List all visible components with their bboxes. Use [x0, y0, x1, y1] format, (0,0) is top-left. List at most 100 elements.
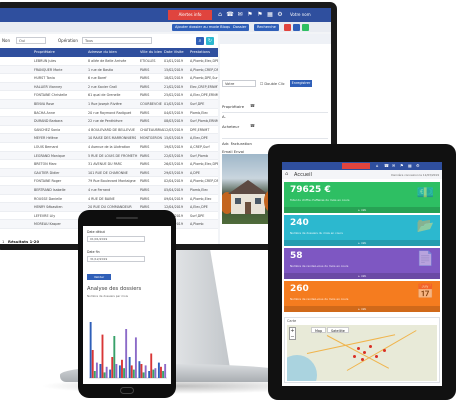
table-row[interactable]: HALLIER Vianney 2 rue Xavier Grall PARIS 21… — [0, 82, 218, 92]
column-header[interactable]: Propriétaire — [34, 50, 55, 54]
chart-bar[interactable] — [113, 336, 116, 378]
table-row[interactable]: BACHA Anne 20 rue Raymond Radiguet PARIS 04… — [0, 109, 218, 118]
delete-icon[interactable] — [284, 24, 291, 31]
chart-bar[interactable] — [157, 362, 160, 378]
chart-bar[interactable] — [95, 362, 98, 378]
chart-bar[interactable] — [109, 369, 112, 378]
table-row[interactable]: BRETON Marc 31 AVENUE DU PARC PARIS 26/03/2… — [0, 160, 218, 169]
chart-bar[interactable] — [148, 371, 151, 378]
zoom-control[interactable]: + − — [289, 327, 296, 340]
alert-button[interactable]: Alertes info — [168, 10, 212, 20]
chart-bar[interactable] — [105, 366, 108, 378]
chart-bar[interactable] — [138, 361, 141, 378]
calendar-icon[interactable]: ▦ — [408, 163, 412, 168]
map-marker[interactable] — [361, 358, 364, 361]
map-icon[interactable]: ✉ — [236, 11, 244, 19]
map-marker[interactable] — [383, 349, 386, 352]
chart-bar[interactable] — [123, 368, 126, 378]
pin-icon[interactable]: ⚑ — [246, 11, 254, 19]
chart-bar[interactable] — [89, 322, 92, 378]
phone-icon[interactable]: ☎ — [226, 11, 234, 19]
chart-bar[interactable] — [99, 364, 102, 378]
search-icon[interactable]: ⌕ — [196, 37, 204, 45]
kpi-card[interactable]: 240 Nombre de dossiers du mois en cours 📂 +… — [284, 215, 440, 246]
table-row[interactable]: FONTAINE Roger 79 Rue Boulevard Montaigne… — [0, 177, 218, 186]
settings-icon[interactable]: ⚙ — [276, 11, 284, 19]
column-header[interactable]: Date Visite — [164, 50, 184, 54]
chart-bar[interactable] — [152, 369, 155, 378]
chart-bar[interactable] — [118, 365, 121, 378]
map-marker[interactable] — [353, 355, 356, 358]
map-marker[interactable] — [375, 355, 378, 358]
phone-icon[interactable]: ☎ — [250, 103, 255, 108]
kpi-card[interactable]: 260 Nombre de rendez-vous du mois en cour… — [284, 281, 440, 312]
chart-bar[interactable] — [130, 365, 133, 378]
map-type-map[interactable]: Map — [311, 327, 327, 333]
chart-bar[interactable] — [164, 364, 167, 378]
table-row[interactable]: LEBRUN Jules 8 allée de Belle Arrivée ETIO… — [0, 57, 218, 66]
column-header[interactable]: Ville du bien — [140, 50, 162, 54]
export-icon[interactable] — [302, 24, 309, 31]
kpi-more-link[interactable]: + info — [284, 306, 440, 312]
chart-bar[interactable] — [154, 368, 157, 378]
chart-bar[interactable] — [93, 371, 96, 378]
table-row[interactable]: BENVA Rose 1 Rue Joseph Rivière COURBEVOIE… — [0, 99, 218, 109]
table-row[interactable]: DURAND Barbara 22 rue de Penthièvre PARIS 0… — [0, 117, 218, 126]
chart-bar[interactable] — [150, 353, 153, 379]
refresh-icon[interactable]: ↻ — [206, 37, 214, 45]
map-marker[interactable] — [369, 345, 372, 348]
mail-icon[interactable]: ✉ — [392, 163, 395, 168]
action-dossier[interactable]: Dossier — [230, 24, 250, 31]
calendar-icon[interactable]: ▦ — [266, 11, 274, 19]
table-row[interactable]: HURST Tonia 6 rue Boref PARIS 18/02/2019 A,P… — [0, 74, 218, 83]
pin-icon[interactable]: ⚑ — [400, 163, 404, 168]
home-icon[interactable]: ⌂ — [216, 11, 224, 19]
kpi-more-link[interactable]: + info — [284, 240, 440, 246]
start-date-field[interactable]: 01/01/2019 — [87, 236, 145, 242]
chart-bar[interactable] — [142, 372, 145, 378]
table-row[interactable]: SANCHEZ Sonia 4 BOULEVARD DE BELLEVUE CHAT… — [0, 126, 218, 135]
chart-bar[interactable] — [134, 337, 137, 378]
save-button[interactable]: Enregistrer — [290, 80, 312, 87]
action-add-blocked[interactable]: Ajouter dossier au mode Bloqué — [172, 24, 236, 31]
settings-icon[interactable]: ⚙ — [416, 163, 420, 168]
chart-bar[interactable] — [121, 359, 123, 378]
column-header[interactable]: Adresse du bien — [88, 50, 117, 54]
map-marker[interactable] — [363, 351, 366, 354]
map-marker[interactable] — [357, 347, 360, 350]
map-canvas[interactable]: + − Map Satellite — [287, 325, 437, 381]
table-row[interactable]: MEYER Hélène 10 RAISE DES MARRONNIERS MONT… — [0, 134, 218, 143]
kpi-card[interactable]: 79625 € Total du chiffre d'affaires du mo… — [284, 182, 440, 213]
page-number[interactable]: 1 — [2, 239, 4, 244]
chart-bar[interactable] — [115, 364, 118, 378]
print-icon[interactable] — [293, 24, 300, 31]
home-icon[interactable]: ⌂ — [376, 163, 379, 168]
table-row[interactable]: FRANQUER Marie 1 rue de Bastia PARIS 15/02/… — [0, 65, 218, 75]
chart-bar[interactable] — [111, 357, 114, 378]
phone-icon[interactable]: ☎ — [384, 163, 389, 168]
table-row[interactable]: ROUSSE Danielle 4 RUE DE BAINE PARIS 09/04/… — [0, 195, 218, 204]
chart-bar[interactable] — [140, 364, 143, 378]
chart-bar[interactable] — [162, 371, 165, 378]
chart-bar[interactable] — [144, 365, 147, 378]
action-search[interactable]: Recherche — [254, 24, 279, 31]
home-icon[interactable]: ⌂ — [285, 171, 288, 177]
chart-bar[interactable] — [125, 329, 128, 378]
kpi-card[interactable]: 58 Nombre de rendez-vous du mois en cours… — [284, 248, 440, 279]
table-row[interactable]: LOUIS Bernard 4 Avenue de la Libération PA… — [0, 143, 218, 152]
chart-bar[interactable] — [103, 372, 106, 378]
chart-bar[interactable] — [132, 369, 135, 378]
kpi-more-link[interactable]: + info — [284, 273, 440, 279]
filter-select-2[interactable]: Tous — [82, 37, 152, 44]
map-type-satellite[interactable]: Satellite — [327, 327, 349, 333]
alert-button[interactable] — [342, 163, 370, 169]
filter-select-1[interactable]: Oui — [16, 37, 46, 44]
column-header[interactable]: Prestations — [190, 50, 210, 54]
end-date-field[interactable]: 31/12/2019 — [87, 256, 145, 262]
pin-icon[interactable]: ⚑ — [256, 11, 264, 19]
table-row[interactable]: GAUTIER Didier 101 RUE DE CHARONNE PARIS 29… — [0, 168, 218, 178]
table-row[interactable]: LEGRAND Monique 5 RUE DE LOUIS DE FROMETH… — [0, 151, 218, 161]
detail-select[interactable]: Votre — [222, 80, 256, 87]
chart-bar[interactable] — [160, 366, 162, 378]
kpi-more-link[interactable]: + info — [284, 207, 440, 213]
